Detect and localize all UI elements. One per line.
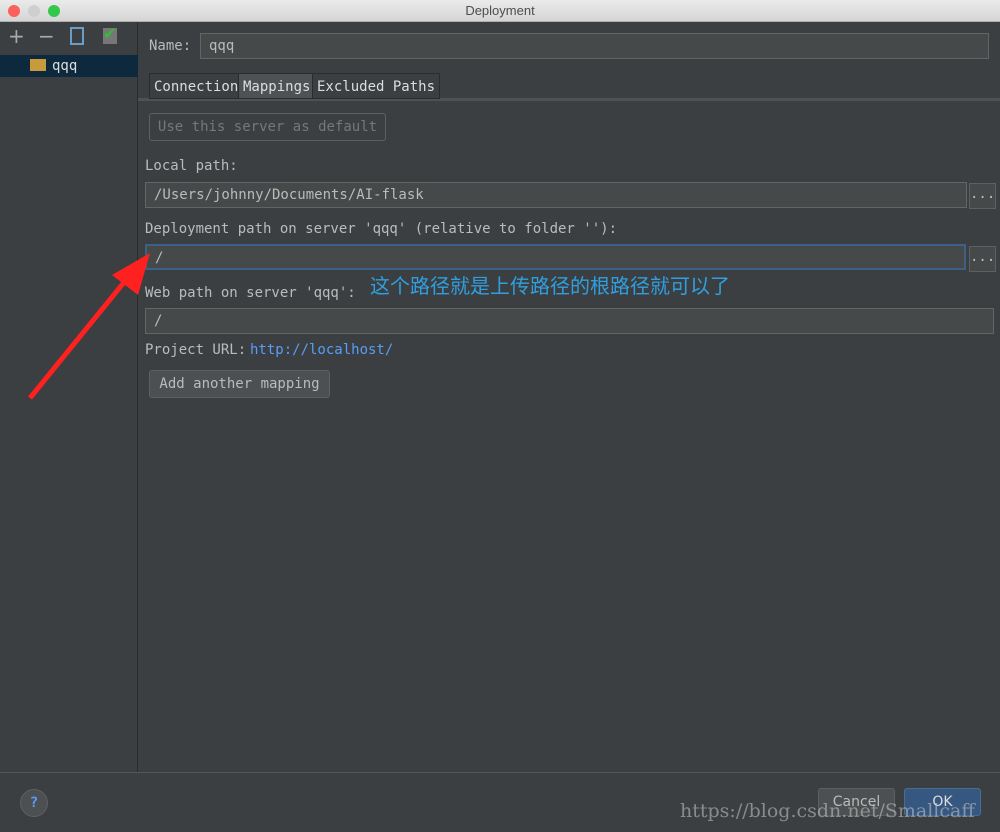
minimize-window-button[interactable]: [28, 5, 40, 17]
web-path-label: Web path on server 'qqq':: [145, 285, 356, 301]
server-warning-icon: [30, 59, 46, 71]
project-url-link[interactable]: http://localhost/: [250, 342, 393, 358]
close-window-button[interactable]: [8, 5, 20, 17]
red-arrow-annotation: [28, 253, 150, 400]
help-button[interactable]: ?: [20, 789, 48, 817]
local-path-label: Local path:: [145, 158, 238, 174]
zoom-window-button[interactable]: [48, 5, 60, 17]
web-path-input[interactable]: /: [145, 308, 994, 334]
copy-icon[interactable]: [70, 27, 84, 45]
sidebar-item-label: qqq: [52, 58, 78, 74]
window-title: Deployment: [465, 3, 535, 18]
sidebar-item-qqq[interactable]: qqq: [0, 55, 138, 77]
tab-connection[interactable]: Connection: [149, 73, 244, 99]
watermark: https://blog.csdn.net/Smallcaff: [680, 800, 975, 822]
remove-icon[interactable]: −: [38, 24, 55, 48]
add-mapping-button[interactable]: Add another mapping: [149, 370, 330, 398]
add-icon[interactable]: +: [8, 24, 25, 48]
browse-deployment-button[interactable]: ...: [969, 246, 996, 272]
deployment-path-label: Deployment path on server 'qqq' (relativ…: [145, 221, 618, 237]
title-bar: Deployment: [0, 0, 1000, 22]
name-input[interactable]: qqq: [200, 33, 989, 59]
browse-local-button[interactable]: ...: [969, 183, 996, 209]
tab-excluded-paths[interactable]: Excluded Paths: [312, 73, 441, 99]
project-url-label: Project URL:: [145, 342, 247, 358]
annotation-text: 这个路径就是上传路径的根路径就可以了: [370, 274, 730, 298]
use-as-default-button[interactable]: Use this server as default: [149, 113, 386, 141]
footer-divider: [0, 772, 1000, 773]
set-default-icon[interactable]: ✔: [103, 24, 117, 44]
tab-mappings[interactable]: Mappings: [238, 73, 316, 99]
local-path-input[interactable]: /Users/johnny/Documents/AI-flask: [145, 182, 967, 208]
deployment-path-input[interactable]: /: [145, 244, 966, 270]
name-label: Name:: [149, 38, 192, 54]
